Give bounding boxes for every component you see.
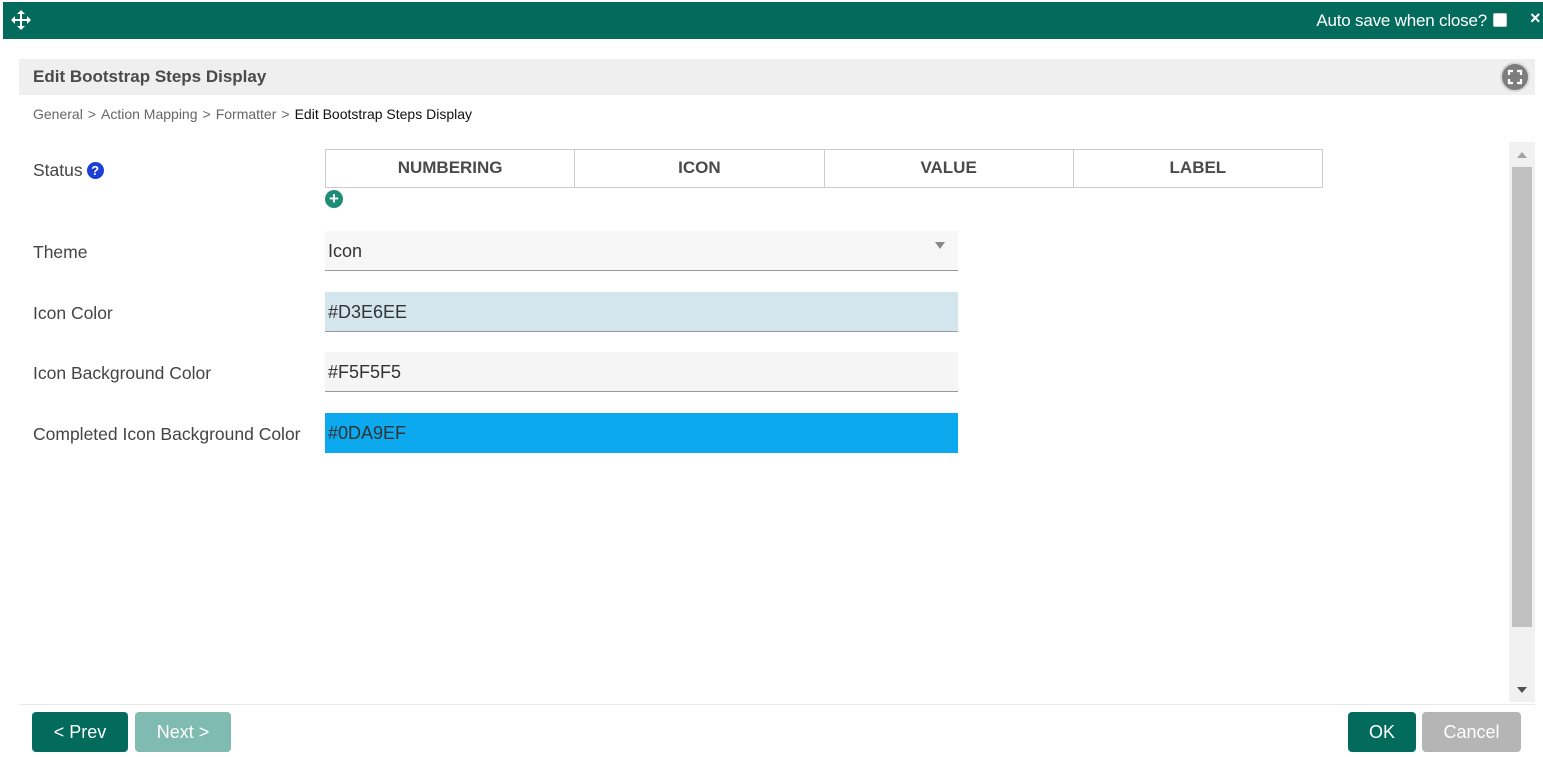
autosave-checkbox[interactable]	[1493, 13, 1507, 27]
breadcrumb-item-formatter[interactable]: Formatter	[216, 106, 277, 122]
scroll-down-arrow-icon[interactable]	[1517, 687, 1527, 693]
icon-color-input[interactable]: #D3E6EE	[325, 292, 958, 332]
prev-button[interactable]: < Prev	[32, 712, 128, 752]
completed-icon-background-color-input[interactable]: #0DA9EF	[325, 413, 958, 453]
status-table-header: NUMBERING ICON VALUE LABEL	[325, 149, 1323, 188]
completed-icon-background-color-label: Completed Icon Background Color	[33, 424, 301, 444]
move-arrows-icon[interactable]	[11, 10, 31, 30]
autosave-toggle[interactable]: Auto save when close?	[1316, 11, 1507, 31]
page-title: Edit Bootstrap Steps Display	[33, 67, 267, 86]
breadcrumb: General > Action Mapping > Formatter > Edit Bo…	[33, 106, 472, 122]
breadcrumb-current: Edit Bootstrap Steps Display	[294, 106, 472, 122]
icon-background-color-label: Icon Background Color	[33, 363, 212, 383]
autosave-label: Auto save when close?	[1316, 11, 1487, 30]
dropdown-arrow-icon	[935, 242, 945, 249]
cancel-button[interactable]: Cancel	[1422, 712, 1521, 752]
status-label-row: Status?	[33, 159, 104, 182]
theme-label: Theme	[33, 242, 88, 262]
help-icon[interactable]: ?	[86, 162, 104, 179]
breadcrumb-separator: >	[87, 106, 96, 122]
scroll-up-arrow-icon[interactable]	[1517, 152, 1527, 158]
column-header-label: LABEL	[1169, 158, 1227, 177]
theme-select-value: Icon	[328, 241, 363, 261]
breadcrumb-separator: >	[281, 106, 290, 122]
scrollbar-thumb[interactable]	[1512, 167, 1532, 627]
status-label: Status	[33, 160, 83, 180]
breadcrumb-item-general[interactable]: General	[33, 106, 83, 122]
dialog-titlebar: Auto save when close? ×	[3, 2, 1543, 39]
dialog-header: Edit Bootstrap Steps Display	[19, 59, 1535, 95]
vertical-scrollbar[interactable]	[1509, 142, 1535, 702]
next-button[interactable]: Next >	[135, 712, 231, 752]
theme-select[interactable]: Icon	[325, 231, 958, 271]
column-header-value: VALUE	[825, 150, 1074, 187]
column-header-numbering: NUMBERING	[326, 150, 576, 187]
column-header-icon: ICON	[575, 150, 825, 187]
icon-color-label: Icon Color	[33, 303, 113, 323]
close-icon[interactable]: ×	[1530, 8, 1543, 29]
fullscreen-icon[interactable]	[1500, 62, 1530, 92]
breadcrumb-item-action-mapping[interactable]: Action Mapping	[101, 106, 198, 122]
add-row-icon[interactable]: +	[325, 190, 343, 208]
breadcrumb-separator: >	[202, 106, 211, 122]
ok-button[interactable]: OK	[1348, 712, 1416, 752]
icon-background-color-input[interactable]: #F5F5F5	[325, 352, 958, 392]
footer-divider	[19, 704, 1535, 705]
